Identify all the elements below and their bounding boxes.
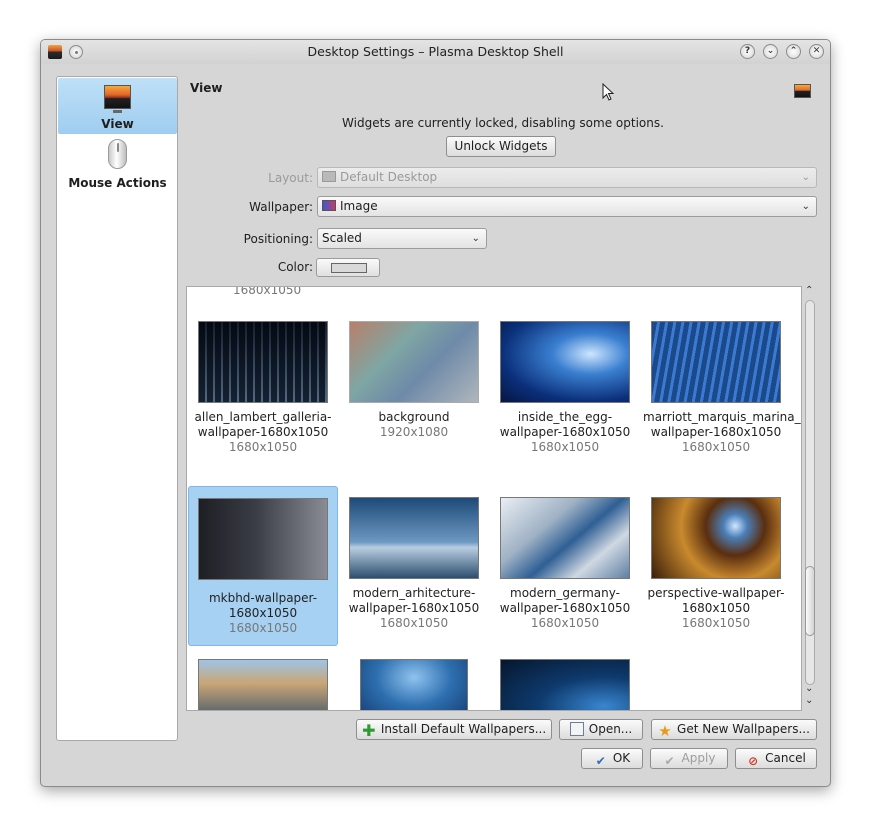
wallpaper-item[interactable]: modern_germany-wallpaper-1680x1050 1680x1… xyxy=(490,492,640,652)
close-button[interactable]: ✕ xyxy=(809,44,824,59)
wallpaper-resolution: 1680x1050 xyxy=(379,616,449,630)
wallpaper-name: modern_arhitecture-wallpaper-1680x1050 xyxy=(348,586,480,615)
color-label: Color: xyxy=(277,260,313,274)
wallpaper-item[interactable]: perspective-wallpaper-1680x1050 1680x1050 xyxy=(641,492,791,652)
unlock-widgets-button[interactable]: Unlock Widgets xyxy=(446,136,556,157)
monitor-wallpaper-icon xyxy=(104,85,131,113)
wallpaper-resolution: 1680x1050 xyxy=(530,616,600,630)
mouse-cursor-icon xyxy=(602,83,615,101)
apply-button[interactable]: ✔ Apply xyxy=(650,748,728,769)
wallpaper-resolution: 1680x1050 xyxy=(681,440,751,454)
minimize-button[interactable]: ⌄ xyxy=(763,44,778,59)
color-picker-button[interactable] xyxy=(316,258,380,277)
scroll-down-icon[interactable]: ⌄ xyxy=(805,695,813,706)
wallpaper-name: mkbhd-wallpaper-1680x1050 xyxy=(208,591,318,620)
wallpaper-list[interactable]: 1680x1050 allen_lambert_galleria-wallpap… xyxy=(186,286,802,711)
wallpaper-thumbnail xyxy=(198,498,328,580)
get-new-wallpapers-button[interactable]: ★ Get New Wallpapers... xyxy=(651,719,817,740)
scroll-down-icon[interactable]: ⌄ xyxy=(805,683,813,694)
sidebar-item-view[interactable]: View xyxy=(58,78,177,134)
open-button[interactable]: Open... xyxy=(559,719,643,740)
ok-button[interactable]: ✔ OK xyxy=(581,748,643,769)
color-swatch xyxy=(331,263,367,273)
wallpaper-item[interactable]: inside_the_egg-wallpaper-1680x1050 1680x1… xyxy=(490,316,640,476)
wallpaper-name: allen_lambert_galleria-wallpaper-1680x10… xyxy=(194,410,332,439)
wallpaper-thumbnail xyxy=(349,497,479,579)
wallpaper-thumbnail xyxy=(349,321,479,403)
wallpaper-item[interactable]: background 1920x1080 xyxy=(339,316,489,476)
wallpaper-resolution: 1680x1050 xyxy=(228,621,298,635)
wallpaper-name: marriott_marquis_marina_building-wallpap… xyxy=(643,410,802,439)
maximize-button[interactable]: ⌃ xyxy=(786,44,801,59)
scroll-up-icon[interactable]: ⌃ xyxy=(805,285,813,296)
category-sidebar: View Mouse Actions xyxy=(56,76,178,741)
image-icon xyxy=(322,200,336,211)
mouse-icon xyxy=(108,139,127,169)
chevron-down-icon: ⌄ xyxy=(471,233,480,244)
plus-icon: ✚ xyxy=(362,721,376,740)
sidebar-item-mouse-actions[interactable]: Mouse Actions xyxy=(58,137,177,193)
positioning-label: Positioning: xyxy=(243,232,313,246)
wallpaper-name: modern_germany-wallpaper-1680x1050 xyxy=(499,586,631,615)
wallpaper-thumbnail[interactable] xyxy=(500,659,630,710)
checkmark-icon: ✔ xyxy=(595,754,606,768)
wallpaper-thumbnail[interactable] xyxy=(198,659,328,710)
desktop-settings-window: Desktop Settings – Plasma Desktop Shell … xyxy=(40,39,831,787)
wallpaper-resolution: 1680x1050 xyxy=(233,286,302,297)
wallpaper-name: inside_the_egg-wallpaper-1680x1050 xyxy=(499,410,631,439)
wallpaper-select[interactable]: Image ⌄ xyxy=(317,196,817,217)
sidebar-item-label: Mouse Actions xyxy=(68,176,167,190)
cancel-icon: ⊘ xyxy=(748,754,759,768)
wallpaper-item[interactable]: modern_arhitecture-wallpaper-1680x1050 16… xyxy=(339,492,489,652)
wallpaper-thumbnail xyxy=(500,321,630,403)
wallpaper-resolution: 1680x1050 xyxy=(530,440,600,454)
widgets-locked-message: Widgets are currently locked, disabling … xyxy=(342,116,664,130)
window-title: Desktop Settings – Plasma Desktop Shell xyxy=(307,44,564,59)
title-bar[interactable]: Desktop Settings – Plasma Desktop Shell … xyxy=(41,40,830,64)
page-title: View xyxy=(190,81,223,95)
scrollbar-track[interactable] xyxy=(805,300,815,685)
wallpaper-thumbnail[interactable] xyxy=(360,659,468,710)
wallpaper-thumbnail xyxy=(198,321,328,403)
chevron-down-icon: ⌄ xyxy=(801,172,810,183)
scrollbar-thumb[interactable] xyxy=(805,566,815,636)
wallpaper-item[interactable]: allen_lambert_galleria-wallpaper-1680x10… xyxy=(188,316,338,476)
cancel-button[interactable]: ⊘ Cancel xyxy=(735,748,817,769)
help-button[interactable]: ? xyxy=(740,44,755,59)
monitor-wallpaper-icon xyxy=(794,84,811,98)
layout-label: Layout: xyxy=(268,171,313,185)
wallpaper-item[interactable]: mkbhd-wallpaper-1680x1050 1680x1050 xyxy=(188,486,338,646)
document-icon xyxy=(569,722,584,736)
wallpaper-name: perspective-wallpaper-1680x1050 xyxy=(647,586,785,615)
layout-select: Default Desktop ⌄ xyxy=(317,167,817,188)
wallpaper-resolution: 1920x1080 xyxy=(379,425,449,439)
chevron-down-icon: ⌄ xyxy=(801,201,810,212)
sidebar-item-label: View xyxy=(101,117,134,131)
wallpaper-thumbnail xyxy=(500,497,630,579)
positioning-select[interactable]: Scaled ⌄ xyxy=(317,228,487,249)
wallpaper-thumbnail xyxy=(651,321,781,403)
desktop-icon xyxy=(322,171,336,182)
wallpaper-thumbnail xyxy=(651,497,781,579)
wallpaper-label: Wallpaper: xyxy=(249,200,313,214)
wallpaper-resolution: 1680x1050 xyxy=(681,616,751,630)
checkmark-icon: ✔ xyxy=(664,754,675,768)
wallpaper-resolution: 1680x1050 xyxy=(228,440,298,454)
install-default-wallpapers-button[interactable]: ✚ Install Default Wallpapers... xyxy=(356,719,552,740)
wallpaper-item[interactable]: marriott_marquis_marina_building-wallpap… xyxy=(641,316,801,476)
star-icon: ★ xyxy=(658,722,672,740)
wallpaper-name: background xyxy=(378,410,450,424)
wallpaper-list-scrollbar[interactable]: ⌃ ⌄ ⌄ xyxy=(802,285,818,711)
